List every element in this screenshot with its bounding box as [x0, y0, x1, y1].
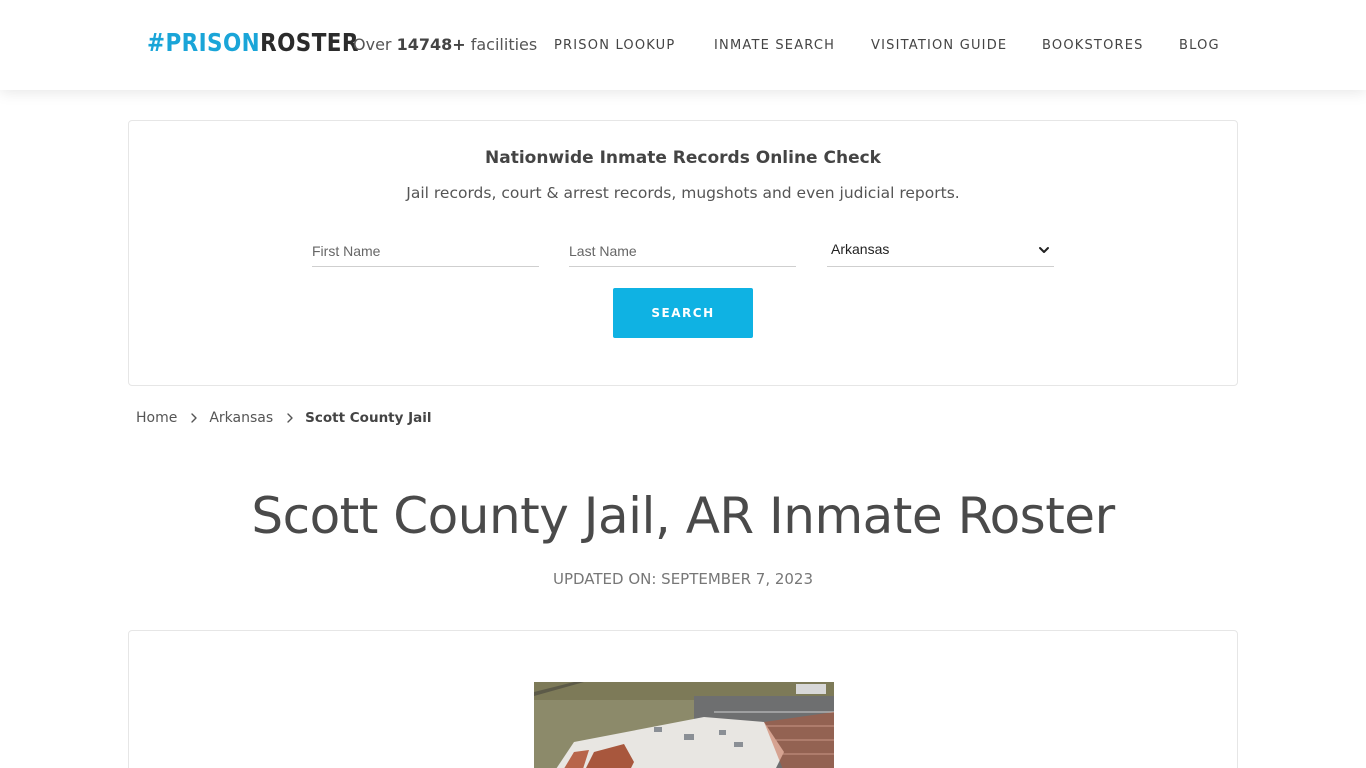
page-title: Scott County Jail, AR Inmate Roster: [251, 487, 1115, 545]
aerial-jail-image: [534, 682, 834, 768]
logo-part-prison: PRISON: [165, 28, 261, 57]
breadcrumb-current: Scott County Jail: [305, 410, 432, 426]
chevron-down-icon: [1039, 247, 1049, 253]
last-name-input[interactable]: [569, 236, 796, 267]
updated-date: UPDATED ON: SEPTEMBER 7, 2023: [552, 570, 814, 588]
site-header: #PRISONROSTER Over 14748+ facilities PRI…: [0, 0, 1366, 90]
chevron-right-icon: [287, 413, 293, 423]
nav-blog[interactable]: BLOG: [1179, 38, 1220, 53]
breadcrumb-home[interactable]: Home: [136, 410, 177, 426]
facility-photo: [534, 682, 834, 768]
chevron-right-icon: [191, 413, 198, 423]
nav-prison-lookup[interactable]: PRISON LOOKUP: [554, 38, 675, 53]
facilities-count: 14748+: [396, 35, 466, 54]
breadcrumb-arkansas[interactable]: Arkansas: [209, 410, 273, 426]
search-button[interactable]: SEARCH: [613, 288, 753, 338]
logo-hash: #: [147, 28, 166, 57]
search-card-subtitle: Jail records, court & arrest records, mu…: [406, 184, 960, 202]
state-select[interactable]: Arkansas: [827, 236, 1054, 267]
state-select-value: Arkansas: [831, 241, 890, 257]
nav-inmate-search[interactable]: INMATE SEARCH: [714, 38, 835, 53]
nav-bookstores[interactable]: BOOKSTORES: [1042, 38, 1144, 53]
facilities-prefix: Over: [353, 35, 397, 54]
logo-part-roster: ROSTER: [260, 28, 359, 57]
nav-visitation-guide[interactable]: VISITATION GUIDE: [871, 38, 1007, 53]
site-logo[interactable]: #PRISONROSTER: [147, 28, 359, 57]
facility-content-card: [128, 630, 1238, 768]
facilities-count-text: Over 14748+ facilities: [353, 35, 537, 54]
facilities-suffix: facilities: [465, 35, 538, 54]
breadcrumb: Home Arkansas Scott County Jail: [136, 408, 432, 428]
first-name-input[interactable]: [312, 236, 539, 267]
search-card-title: Nationwide Inmate Records Online Check: [485, 148, 881, 168]
inmate-search-card: Nationwide Inmate Records Online Check J…: [128, 120, 1238, 386]
